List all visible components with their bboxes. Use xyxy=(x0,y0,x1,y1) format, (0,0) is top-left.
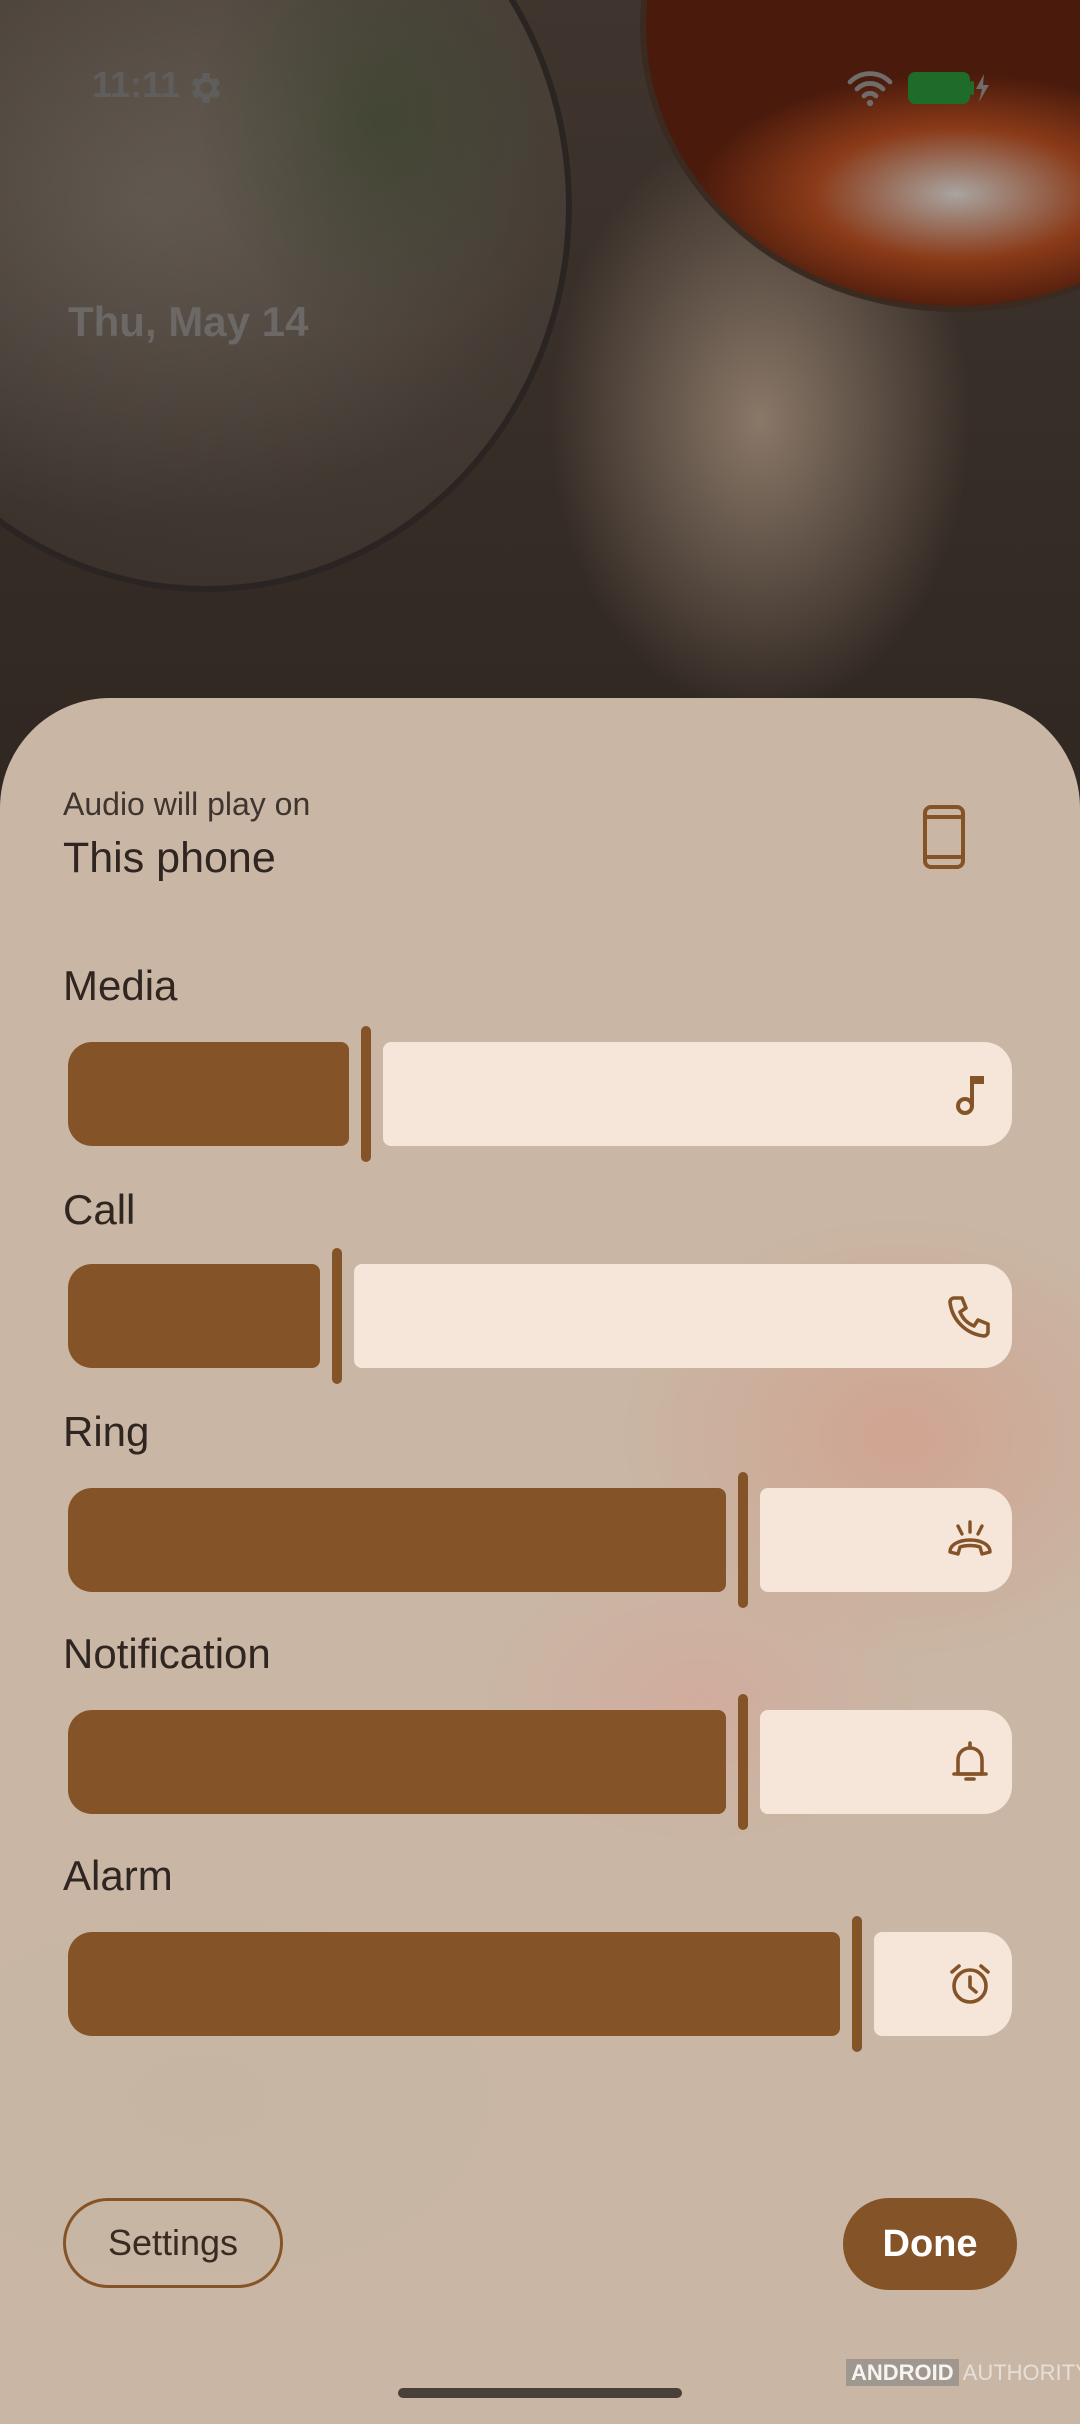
phone-icon[interactable] xyxy=(920,804,968,870)
call-slider-track[interactable] xyxy=(354,1264,1012,1368)
notification-volume-slider[interactable] xyxy=(68,1694,1012,1830)
ring-volume-slider[interactable] xyxy=(68,1472,1012,1608)
media-slider-track[interactable] xyxy=(383,1042,1012,1146)
lock-screen-date: Thu, May 14 xyxy=(68,298,309,345)
media-slider-fill xyxy=(68,1042,349,1146)
watermark: ANDROID AUTHORITY xyxy=(846,2359,1080,2386)
ring-label: Ring xyxy=(63,1408,150,1455)
settings-button[interactable]: Settings xyxy=(63,2198,283,2288)
alarm-volume-slider[interactable] xyxy=(68,1916,1012,2052)
alarm-clock-icon xyxy=(950,1964,990,2004)
call-slider-fill xyxy=(68,1264,320,1368)
done-button[interactable]: Done xyxy=(843,2198,1017,2290)
alarm-label: Alarm xyxy=(63,1852,173,1899)
alarm-slider-handle[interactable] xyxy=(852,1916,862,2052)
music-note-icon xyxy=(956,1076,984,1115)
alarm-slider-track[interactable] xyxy=(874,1932,1012,2036)
status-bar: 11:11 xyxy=(0,0,1080,180)
call-label: Call xyxy=(63,1186,136,1233)
watermark-boxed-text: ANDROID xyxy=(846,2359,959,2386)
media-slider-handle[interactable] xyxy=(361,1026,371,1162)
alarm-slider-fill xyxy=(68,1932,840,2036)
gear-icon xyxy=(191,73,221,103)
notification-slider-handle[interactable] xyxy=(738,1694,748,1830)
gesture-navigation-bar[interactable] xyxy=(398,2388,682,2398)
call-slider-handle[interactable] xyxy=(332,1248,342,1384)
volume-panel: Audio will play on This phone Media Call xyxy=(0,698,1080,2424)
ring-slider-handle[interactable] xyxy=(738,1472,748,1608)
wifi-icon xyxy=(847,71,893,107)
media-volume-slider[interactable] xyxy=(68,1026,1012,1162)
notification-slider-fill xyxy=(68,1710,726,1814)
bell-icon xyxy=(952,1741,988,1781)
battery-charging-icon xyxy=(908,72,989,104)
media-label: Media xyxy=(63,962,178,1009)
ring-icon xyxy=(948,1520,992,1556)
watermark-text: AUTHORITY xyxy=(962,2360,1080,2385)
notification-label: Notification xyxy=(63,1630,271,1677)
audio-output-label: Audio will play on xyxy=(63,786,311,822)
phone-call-icon xyxy=(948,1296,990,1338)
notification-slider-track[interactable] xyxy=(760,1710,1012,1814)
ring-slider-track[interactable] xyxy=(760,1488,1012,1592)
status-time: 11:11 xyxy=(92,64,181,105)
audio-output-device: This phone xyxy=(63,834,276,882)
ring-slider-fill xyxy=(68,1488,726,1592)
call-volume-slider[interactable] xyxy=(68,1248,1012,1384)
